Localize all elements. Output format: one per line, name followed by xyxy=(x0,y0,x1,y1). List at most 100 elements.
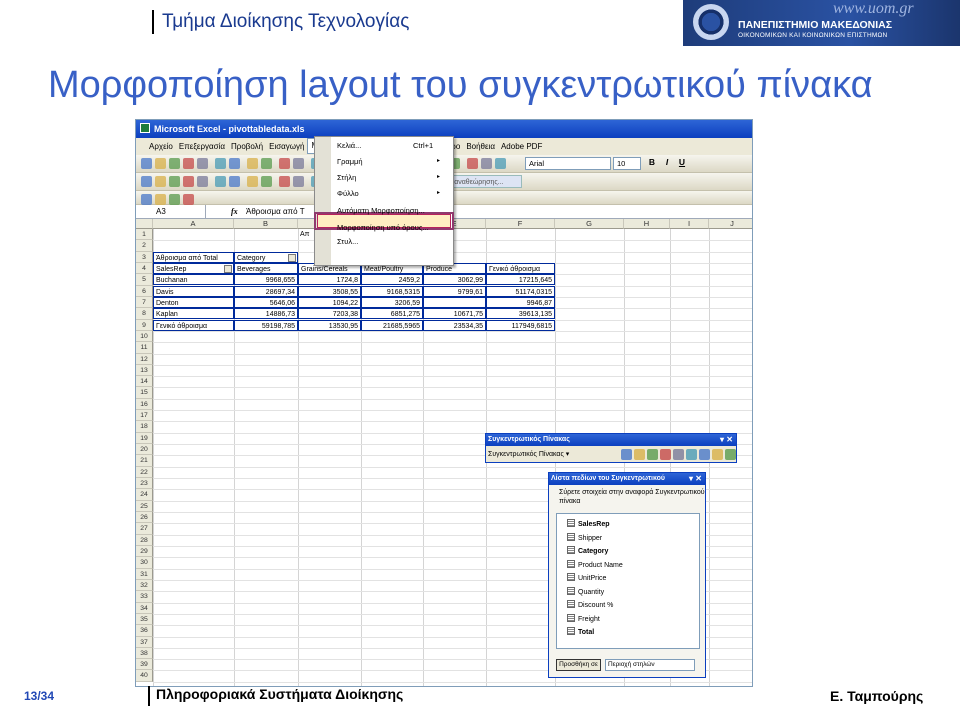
row-header-31[interactable]: 31 xyxy=(136,568,153,580)
column-header-A[interactable]: A xyxy=(153,219,234,229)
row-header-29[interactable]: 29 xyxy=(136,545,153,558)
pivot-toolbar-button-icon[interactable] xyxy=(660,449,671,460)
toolbar-button-icon[interactable] xyxy=(215,158,226,169)
menu-item-2[interactable]: Προβολή xyxy=(228,138,266,155)
row-header-32[interactable]: 32 xyxy=(136,579,153,592)
row-header-22[interactable]: 22 xyxy=(136,466,153,479)
pivot-value-cell[interactable]: 6851,275 xyxy=(361,308,423,320)
row-header-33[interactable]: 33 xyxy=(136,591,153,603)
column-header-J[interactable]: J xyxy=(709,219,752,229)
row-header-28[interactable]: 28 xyxy=(136,534,153,546)
field-quantity[interactable]: Quantity xyxy=(567,586,604,598)
pivot-toolbar-button-icon[interactable] xyxy=(699,449,710,460)
pivot-value-cell[interactable]: 1094,22 xyxy=(298,296,361,308)
pivot-row-label[interactable]: Kaplan xyxy=(153,308,234,320)
row-header-35[interactable]: 35 xyxy=(136,613,153,626)
name-box[interactable]: A3 xyxy=(136,205,206,218)
row-header-20[interactable]: 20 xyxy=(136,444,153,456)
pivot-value-cell[interactable]: 3508,55 xyxy=(298,285,361,297)
column-header-F[interactable]: F xyxy=(486,219,555,229)
row-header-40[interactable]: 40 xyxy=(136,670,153,682)
toolbar-button-icon[interactable] xyxy=(261,176,272,187)
pivot-category-field[interactable]: Category xyxy=(234,251,298,263)
toolbar-button-icon[interactable] xyxy=(197,176,208,187)
pivot-value-cell[interactable]: 5646,06 xyxy=(234,296,298,308)
row-header-34[interactable]: 34 xyxy=(136,602,153,614)
pivot-value-cell[interactable]: 51174,0315 xyxy=(486,285,555,297)
field-unitprice[interactable]: UnitPrice xyxy=(567,573,606,584)
row-header-26[interactable]: 26 xyxy=(136,512,153,524)
row-header-17[interactable]: 17 xyxy=(136,410,153,422)
pivot-value-cell[interactable]: 9968,655 xyxy=(234,274,298,286)
menu-item-8[interactable]: Βοήθεια xyxy=(463,138,498,155)
toolbar-button-icon[interactable] xyxy=(495,158,506,169)
dropdown-arrow-icon[interactable] xyxy=(288,253,296,262)
pivot-value-cell[interactable]: 17215,645 xyxy=(486,274,555,286)
dropdown-arrow-icon[interactable] xyxy=(224,264,232,273)
field-shipper[interactable]: Shipper xyxy=(567,532,602,544)
toolbar-button-icon[interactable] xyxy=(169,158,180,169)
field-total[interactable]: Total xyxy=(567,627,594,638)
pivot-value-cell[interactable] xyxy=(423,296,486,308)
toolbar-button-icon[interactable] xyxy=(141,176,152,187)
pivot-row-label[interactable]: Denton xyxy=(153,296,234,308)
pivot-value-cell[interactable]: 9946,87 xyxy=(486,296,555,308)
toolbar-button-icon[interactable] xyxy=(215,176,226,187)
format-menu-item-0[interactable]: Κελιά... Ctrl+1 xyxy=(337,141,433,150)
pivot-toolbar-button-icon[interactable] xyxy=(712,449,723,460)
row-header-30[interactable]: 30 xyxy=(136,557,153,569)
column-header-I[interactable]: I xyxy=(670,219,709,229)
format-menu-item-4[interactable]: Αυτόματη Μορφοποίηση... xyxy=(337,206,425,215)
field-category[interactable]: Category xyxy=(567,546,608,557)
row-header-1[interactable]: 1 xyxy=(136,229,153,241)
fx-icon[interactable]: fx xyxy=(231,205,238,218)
row-header-24[interactable]: 24 xyxy=(136,489,153,501)
toolbar-button-icon[interactable] xyxy=(141,194,152,205)
toolbar-button-icon[interactable] xyxy=(169,176,180,187)
pivot-value-cell[interactable]: 14886,73 xyxy=(234,308,298,320)
select-all-corner[interactable] xyxy=(136,219,153,229)
toolbar-button-icon[interactable] xyxy=(293,158,304,169)
toolbar-button-icon[interactable] xyxy=(467,158,478,169)
row-header-3[interactable]: 3 xyxy=(136,251,153,263)
pivot-toolbar-button-icon[interactable] xyxy=(621,449,632,460)
pivot-value-cell[interactable]: 3062,99 xyxy=(423,274,486,286)
row-header-7[interactable]: 7 xyxy=(136,296,153,309)
bold-button[interactable]: B xyxy=(646,157,658,167)
pivot-value-cell[interactable]: 13530,95 xyxy=(298,319,361,331)
row-header-23[interactable]: 23 xyxy=(136,478,153,490)
toolbar-button-icon[interactable] xyxy=(481,158,492,169)
pivot-toolbar-button-icon[interactable] xyxy=(647,449,658,460)
underline-button[interactable]: U xyxy=(676,157,688,167)
toolbar-button-icon[interactable] xyxy=(197,158,208,169)
toolbar-button-icon[interactable] xyxy=(141,158,152,169)
toolbar-button-icon[interactable] xyxy=(279,176,290,187)
pivot-row-label[interactable]: Γενικό άθροισμα xyxy=(153,319,234,331)
toolbar-button-icon[interactable] xyxy=(229,176,240,187)
row-header-15[interactable]: 15 xyxy=(136,387,153,399)
menu-item-3[interactable]: Εισαγωγή xyxy=(266,138,307,155)
toolbar-button-icon[interactable] xyxy=(261,158,272,169)
field-salesrep[interactable]: SalesRep xyxy=(567,519,610,530)
format-menu-item-5[interactable]: Μορφοποίηση υπό όρους... xyxy=(337,223,429,232)
toolbar-button-icon[interactable] xyxy=(183,158,194,169)
formula-input[interactable]: Άθροισμα από T xyxy=(246,205,305,218)
row-header-4[interactable]: 4 xyxy=(136,262,153,275)
row-header-16[interactable]: 16 xyxy=(136,398,153,411)
toolbar-button-icon[interactable] xyxy=(229,158,240,169)
field-freight[interactable]: Freight xyxy=(567,613,600,625)
column-header-B[interactable]: B xyxy=(234,219,298,229)
toolbar-button-icon[interactable] xyxy=(183,176,194,187)
toolbar-button-icon[interactable] xyxy=(169,194,180,205)
pivot-corner-cell[interactable]: Άθροισμα από Total xyxy=(153,251,234,263)
row-header-39[interactable]: 39 xyxy=(136,659,153,671)
menu-item-0[interactable]: Αρχείο xyxy=(146,138,176,155)
pivot-value-cell[interactable]: 39613,135 xyxy=(486,308,555,320)
field-discount[interactable]: Discount % xyxy=(567,600,613,611)
toolbar-button-icon[interactable] xyxy=(279,158,290,169)
pivot-toolbar-button-icon[interactable] xyxy=(634,449,645,460)
font-select[interactable]: Arial xyxy=(525,157,611,170)
pivot-value-cell[interactable]: 117949,6815 xyxy=(486,319,555,331)
pivot-value-cell[interactable]: 2459,2 xyxy=(361,274,423,286)
row-header-25[interactable]: 25 xyxy=(136,500,153,512)
